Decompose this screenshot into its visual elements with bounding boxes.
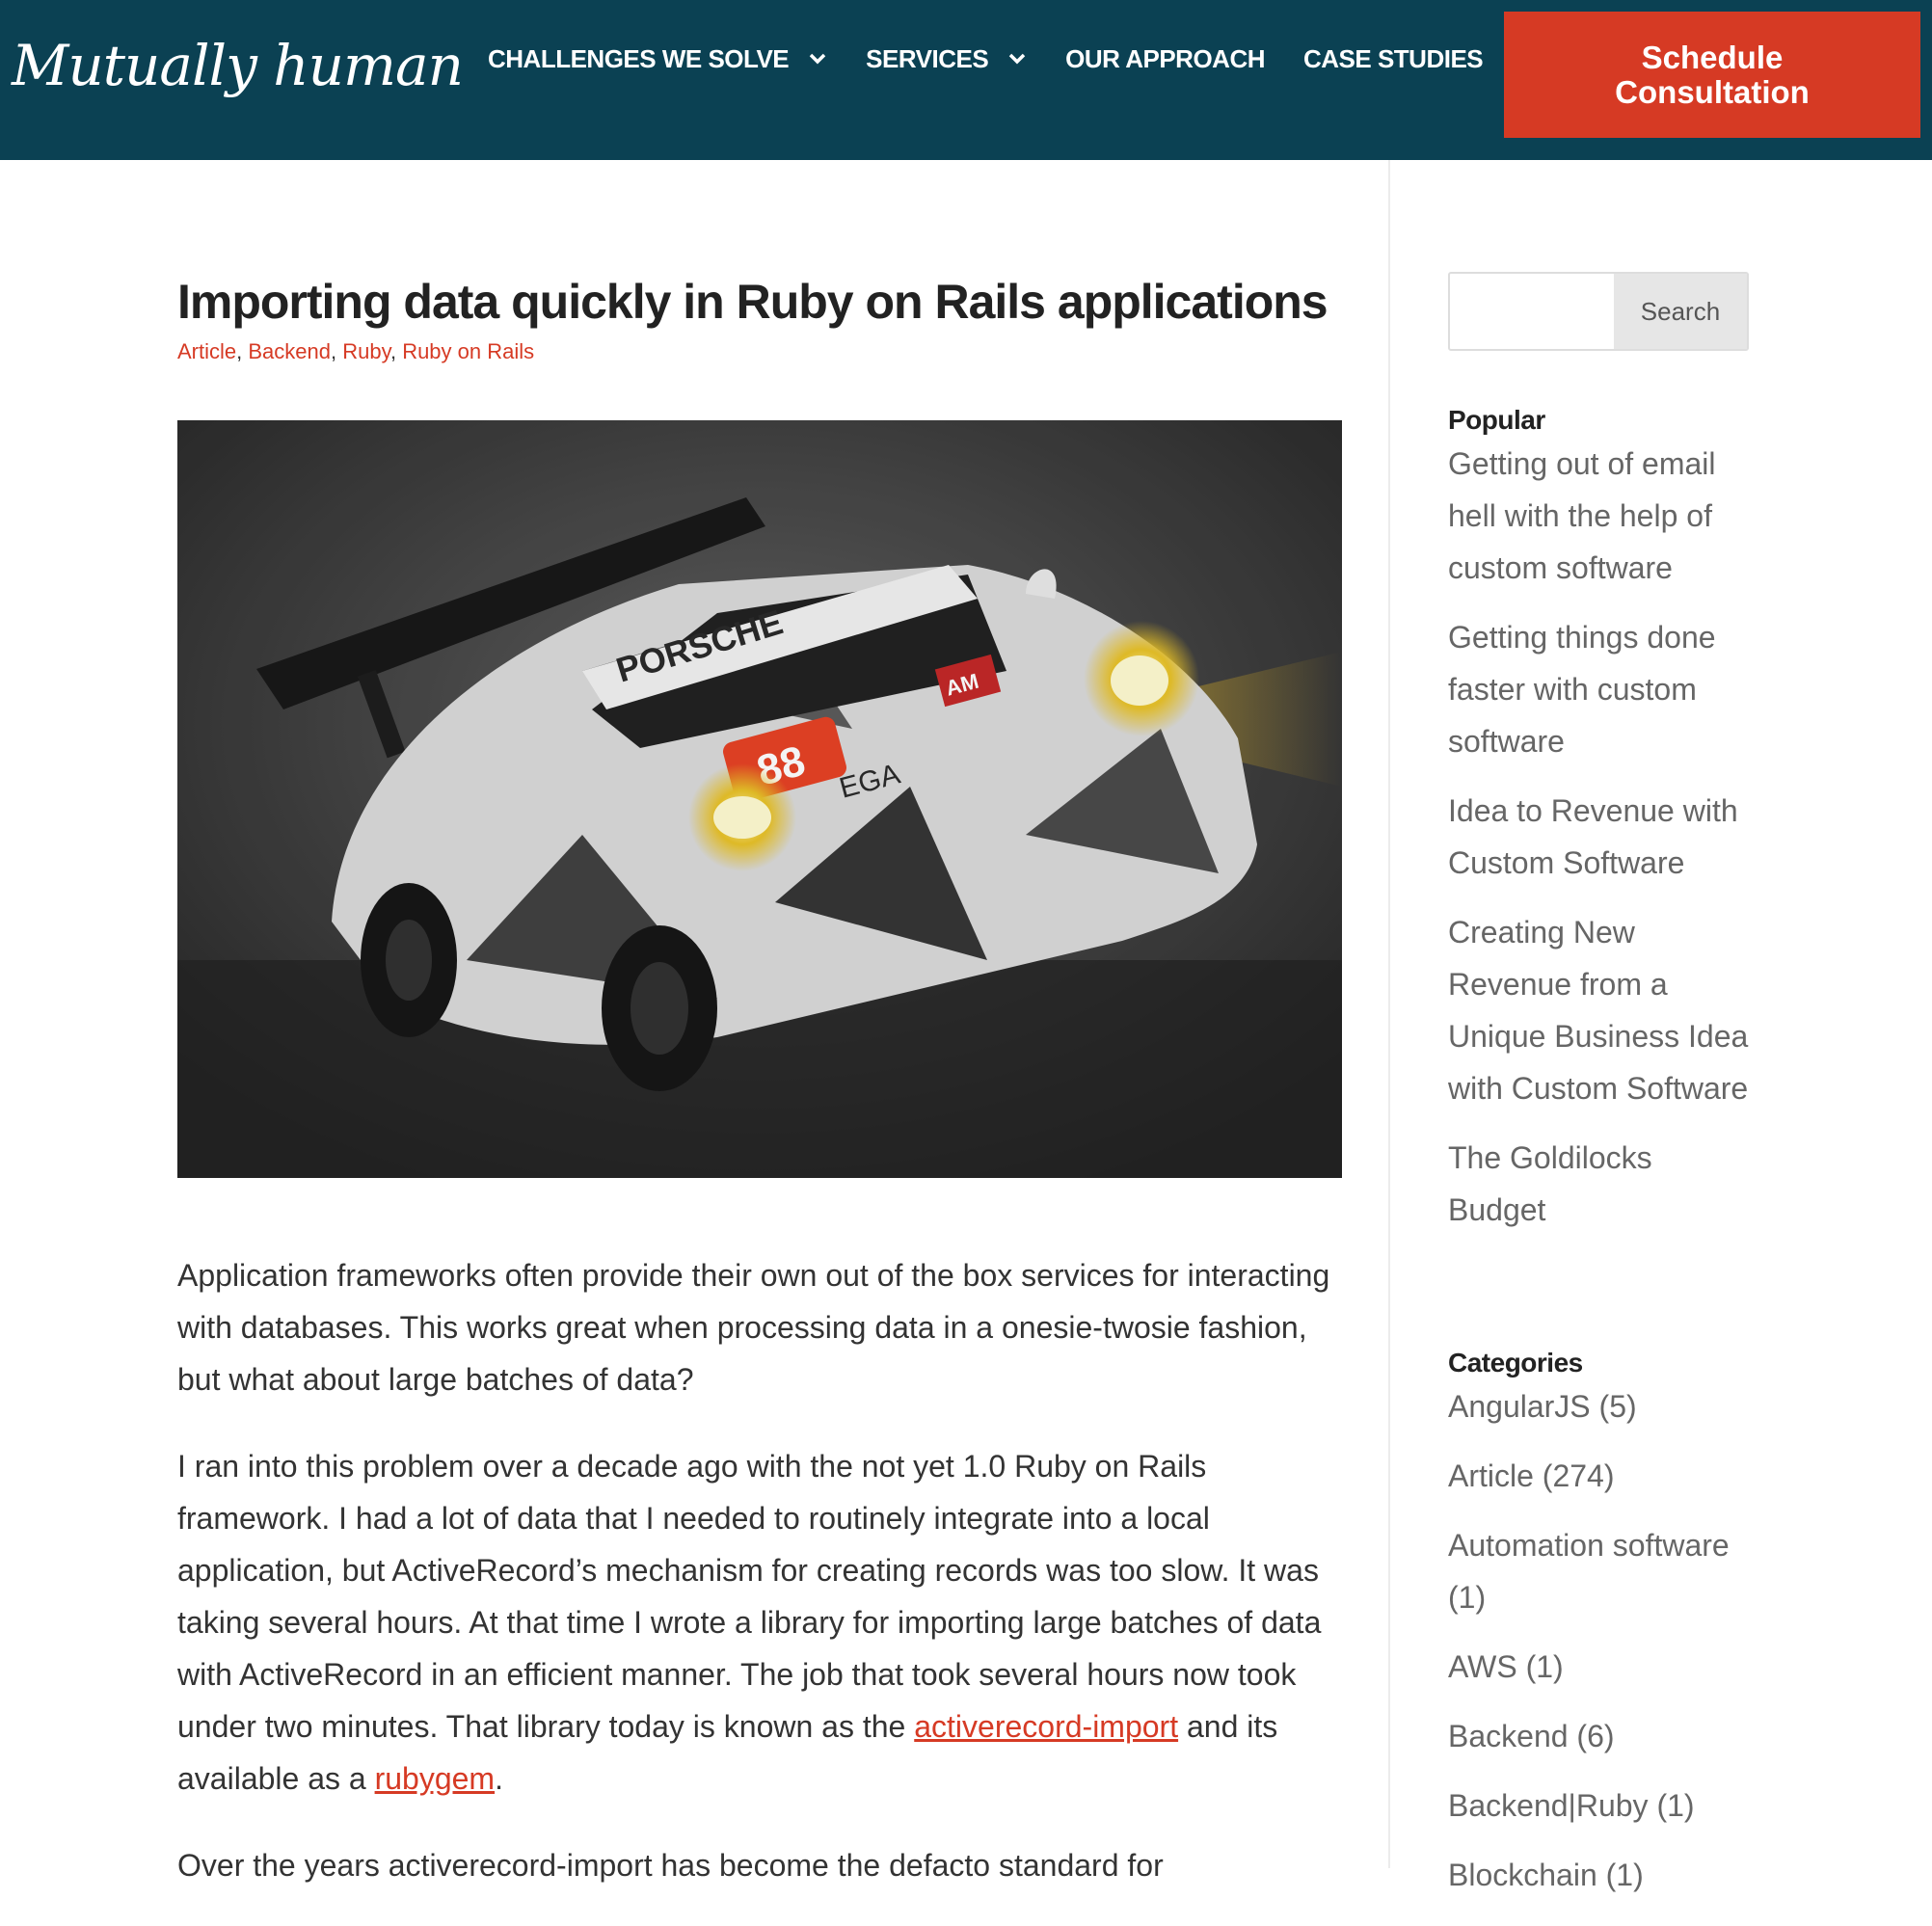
popular-item: Creating New Revenue from a Unique Busin…	[1448, 906, 1757, 1114]
nav-item-our-approach[interactable]: OUR APPROACH	[1065, 44, 1265, 74]
category-link[interactable]: Ruby on Rails	[402, 339, 534, 363]
article-paragraph: Application frameworks often provide the…	[177, 1258, 1330, 1397]
main-nav: CHALLENGES WE SOLVE SERVICES OUR APPROAC…	[488, 35, 1548, 83]
categories-heading: Categories	[1448, 1348, 1583, 1378]
popular-item: The Goldilocks Budget	[1448, 1132, 1757, 1236]
category-link[interactable]: Backend|Ruby (1)	[1448, 1788, 1695, 1823]
nav-label: CASE STUDIES	[1303, 43, 1484, 73]
popular-list: Getting out of email hell with the help …	[1448, 438, 1757, 1236]
popular-widget: Popular Getting out of email hell with t…	[1448, 405, 1757, 1253]
nav-item-services[interactable]: SERVICES	[866, 44, 1027, 74]
popular-item: Idea to Revenue with Custom Software	[1448, 785, 1757, 889]
category-item: Backend (6)	[1448, 1710, 1757, 1762]
category-item: Backend|Ruby (1)	[1448, 1779, 1757, 1832]
nav-item-case-studies[interactable]: CASE STUDIES	[1303, 43, 1484, 74]
category-link[interactable]: AWS (1)	[1448, 1649, 1564, 1684]
search-form: Search	[1448, 272, 1749, 351]
paragraph-text: I ran into this problem over a decade ag…	[177, 1449, 1322, 1744]
category-link[interactable]: Article (274)	[1448, 1458, 1615, 1493]
article-categories: Article, Backend, Ruby, Ruby on Rails	[177, 339, 535, 363]
article-paragraph: I ran into this problem over a decade ag…	[177, 1440, 1344, 1805]
sidebar-divider	[1388, 160, 1390, 1868]
category-item: Blockchain (1)	[1448, 1849, 1757, 1901]
category-link[interactable]: Ruby	[342, 339, 390, 363]
popular-link[interactable]: Idea to Revenue with Custom Software	[1448, 793, 1738, 880]
popular-heading: Popular	[1448, 405, 1545, 435]
search-button[interactable]: Search	[1614, 274, 1747, 349]
chevron-down-icon	[809, 53, 826, 65]
category-link[interactable]: AngularJS (5)	[1448, 1389, 1637, 1424]
search-input[interactable]	[1450, 274, 1612, 349]
popular-link[interactable]: The Goldilocks Budget	[1448, 1140, 1652, 1227]
race-car-illustration: PORSCHE 88 AM EGA	[177, 420, 1342, 1178]
activerecord-import-link[interactable]: activerecord-import	[914, 1709, 1178, 1744]
nav-label: SERVICES	[866, 43, 989, 73]
logo-wordmark: Mutually human	[12, 33, 464, 98]
popular-link[interactable]: Getting things done faster with custom s…	[1448, 620, 1716, 759]
article-title: Importing data quickly in Ruby on Rails …	[177, 275, 1328, 329]
cta-line-1: Schedule	[1641, 39, 1784, 75]
category-link[interactable]: Automation software (1)	[1448, 1528, 1730, 1615]
paragraph-text: .	[495, 1761, 503, 1796]
rubygem-link[interactable]: rubygem	[375, 1761, 496, 1796]
article-paragraph: Over the years activerecord-import has b…	[177, 1848, 1164, 1883]
site-header: Mutually human CHALLENGES WE SOLVE SERVI…	[0, 0, 1932, 160]
popular-item: Getting out of email hell with the help …	[1448, 438, 1757, 594]
cta-line-2: Consultation	[1615, 73, 1810, 110]
category-link[interactable]: Article	[177, 339, 236, 363]
chevron-down-icon	[1008, 53, 1026, 65]
nav-label: OUR APPROACH	[1065, 43, 1265, 73]
category-item: AngularJS (5)	[1448, 1380, 1757, 1432]
nav-item-challenges[interactable]: CHALLENGES WE SOLVE	[488, 44, 827, 74]
categories-list: AngularJS (5) Article (274) Automation s…	[1448, 1380, 1757, 1901]
popular-item: Getting things done faster with custom s…	[1448, 611, 1757, 767]
schedule-consultation-button[interactable]: Schedule Consultation	[1504, 12, 1920, 138]
category-link[interactable]: Backend (6)	[1448, 1719, 1615, 1753]
nav-label: CHALLENGES WE SOLVE	[488, 43, 790, 73]
category-item: Automation software (1)	[1448, 1519, 1757, 1623]
categories-widget: Categories AngularJS (5) Article (274) A…	[1448, 1348, 1757, 1918]
article-body: Application frameworks often provide the…	[177, 1249, 1344, 1926]
site-logo[interactable]: Mutually human	[12, 17, 464, 114]
category-item: AWS (1)	[1448, 1641, 1757, 1693]
popular-link[interactable]: Getting out of email hell with the help …	[1448, 446, 1715, 585]
category-link[interactable]: Blockchain (1)	[1448, 1858, 1644, 1892]
category-item: Article (274)	[1448, 1450, 1757, 1502]
category-link[interactable]: Backend	[248, 339, 331, 363]
hero-image: PORSCHE 88 AM EGA	[177, 420, 1342, 1178]
popular-link[interactable]: Creating New Revenue from a Unique Busin…	[1448, 915, 1748, 1106]
